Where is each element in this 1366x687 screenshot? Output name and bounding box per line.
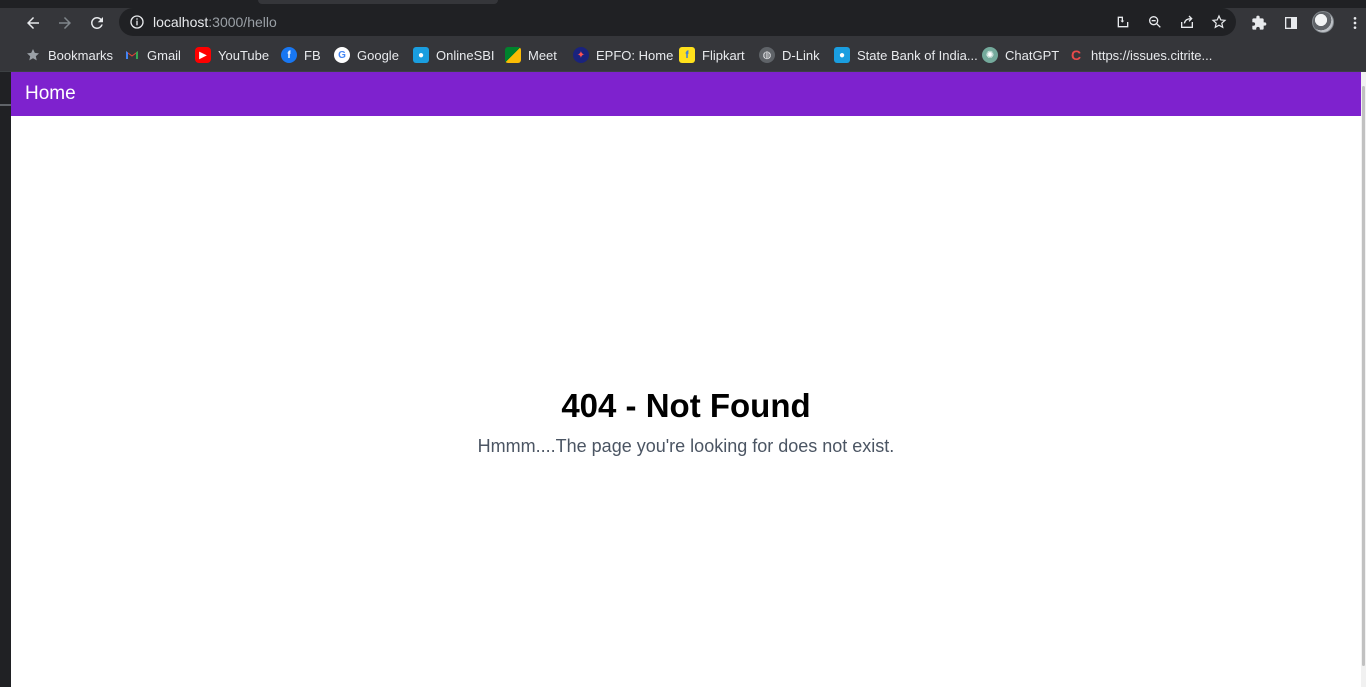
window-edge (0, 72, 11, 687)
scrollbar-thumb[interactable] (1362, 86, 1365, 666)
share-icon (1181, 15, 1193, 28)
share-button[interactable] (1177, 12, 1197, 32)
bookmark-label: FB (304, 47, 321, 63)
info-icon[interactable] (129, 14, 145, 30)
bookmark-item[interactable]: Meet (505, 45, 557, 65)
bookmark-item[interactable]: Bookmarks (25, 45, 113, 65)
arrow-left-icon (27, 17, 39, 29)
error-title: 404 - Not Found (561, 387, 811, 424)
bookmark-item[interactable]: f Flipkart (679, 45, 745, 65)
zoom-out-icon (1149, 15, 1161, 28)
puzzle-icon (1252, 15, 1267, 30)
kebab-menu-icon (1353, 17, 1357, 29)
bookmark-item[interactable]: ✺ ChatGPT (982, 45, 1059, 65)
citrix-icon: C (1070, 47, 1082, 63)
gmail-icon (126, 51, 138, 59)
sbi-icon: ● (834, 47, 850, 63)
install-icon (1117, 16, 1129, 28)
bookmark-label: State Bank of India... (857, 47, 978, 63)
page-viewport: Home 404 - Not Found Hmmm....The page yo… (11, 72, 1361, 687)
edge-marker (0, 104, 11, 106)
url-host: localhost (153, 14, 209, 30)
bookmark-label: D-Link (782, 47, 820, 63)
bookmark-label: Gmail (147, 47, 181, 63)
navbar: Home (11, 72, 1361, 116)
bookmark-label: Meet (528, 47, 557, 63)
reload-button[interactable] (84, 10, 110, 36)
bookmark-item[interactable]: C https://issues.citrite... (1068, 45, 1212, 65)
bookmark-item[interactable]: Gmail (124, 45, 181, 65)
bookmark-label: Google (357, 47, 399, 63)
bookmark-item[interactable]: ● OnlineSBI (413, 45, 495, 65)
globe-icon: ◍ (759, 47, 775, 63)
bookmark-label: https://issues.citrite... (1091, 47, 1213, 63)
bookmark-label: Flipkart (702, 47, 745, 63)
install-app-button[interactable] (1113, 12, 1133, 32)
bookmark-label: ChatGPT (1005, 47, 1060, 63)
extensions-button[interactable] (1248, 12, 1270, 34)
bookmark-item[interactable]: ◍ D-Link (759, 45, 820, 65)
bookmarks-bar: Bookmarks Gmail ▶ YouTube f FB G Google … (0, 38, 1366, 72)
home-link[interactable]: Home (25, 83, 76, 105)
sbi-icon: ● (413, 47, 429, 63)
bookmark-label: OnlineSBI (436, 47, 495, 63)
meet-icon (505, 47, 521, 63)
flipkart-icon: f (679, 47, 695, 63)
menu-button[interactable] (1344, 12, 1366, 34)
bookmark-label: EPFO: Home (596, 47, 674, 63)
profile-avatar[interactable] (1312, 11, 1334, 33)
forward-button[interactable] (52, 10, 78, 36)
youtube-icon: ▶ (195, 47, 211, 63)
side-panel-button[interactable] (1280, 12, 1302, 34)
tab-strip (0, 0, 1366, 8)
google-icon: G (334, 47, 350, 63)
url-path: :3000/hello (208, 14, 277, 30)
reload-icon (90, 16, 103, 29)
bookmark-item[interactable]: G Google (334, 45, 399, 65)
zoom-button[interactable] (1145, 12, 1165, 32)
bookmark-star-button[interactable] (1209, 12, 1229, 32)
chatgpt-icon: ✺ (982, 47, 998, 63)
bookmark-label: Bookmarks (48, 47, 114, 63)
back-button[interactable] (20, 10, 46, 36)
bookmark-item[interactable]: ▶ YouTube (195, 45, 269, 65)
bookmark-item[interactable]: f FB (281, 45, 321, 65)
address-bar[interactable]: localhost:3000/hello (119, 8, 1236, 36)
bookmark-label: YouTube (218, 47, 270, 63)
error-message: Hmmm....The page you're looking for does… (477, 436, 895, 456)
url-text[interactable]: localhost:3000/hello (153, 14, 277, 30)
epfo-icon: ✦ (573, 47, 589, 63)
browser-toolbar: localhost:3000/hello (0, 8, 1366, 38)
arrow-right-icon (59, 17, 71, 29)
bookmark-item[interactable]: ● State Bank of India... (834, 45, 978, 65)
star-icon (27, 49, 39, 61)
star-outline-icon (1211, 14, 1227, 29)
vertical-scrollbar[interactable] (1361, 72, 1366, 687)
facebook-icon: f (281, 47, 297, 63)
side-panel-icon (1285, 17, 1297, 29)
bookmark-item[interactable]: ✦ EPFO: Home (573, 45, 673, 65)
not-found-section: 404 - Not Found Hmmm....The page you're … (11, 384, 1361, 458)
active-tab[interactable] (258, 0, 498, 4)
